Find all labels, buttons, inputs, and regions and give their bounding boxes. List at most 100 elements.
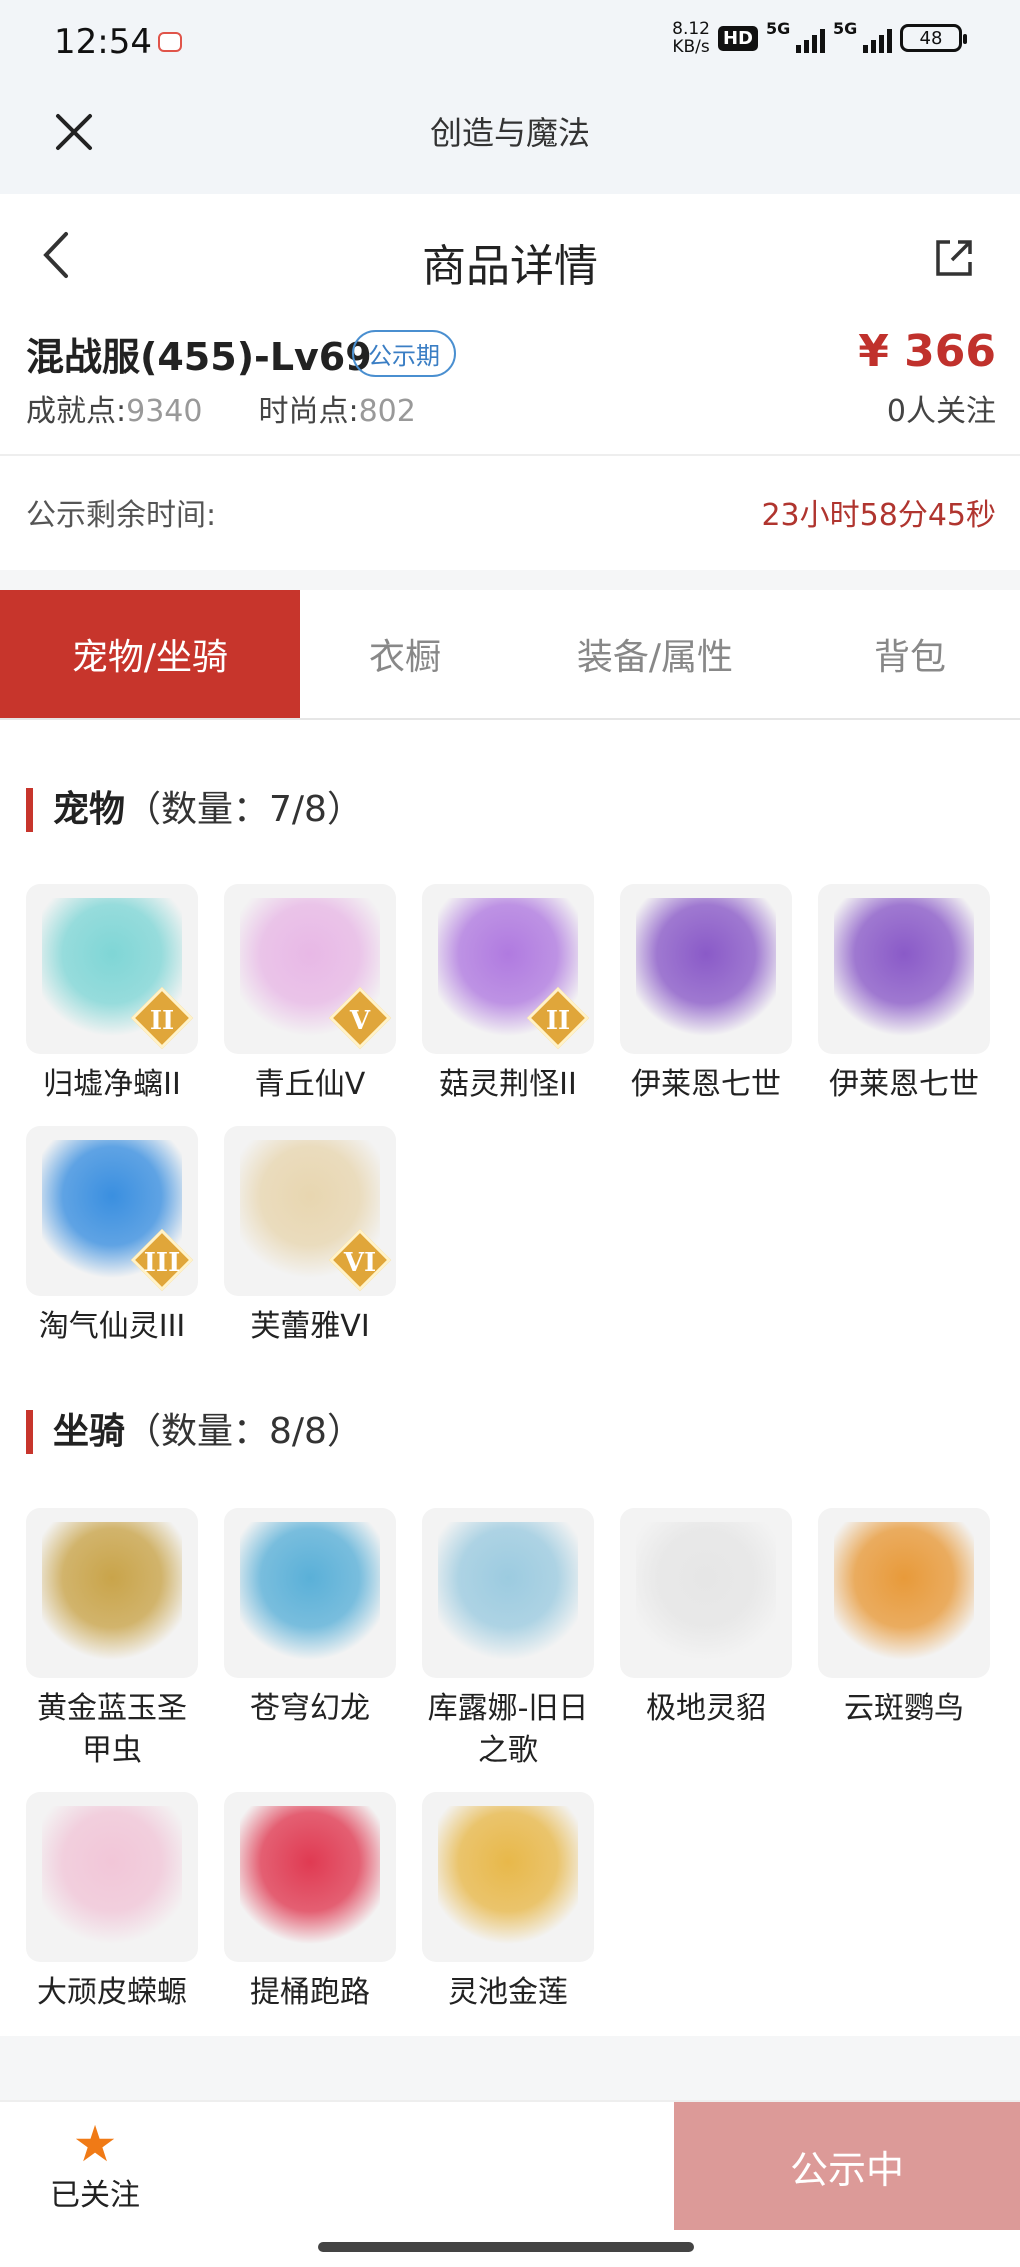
follow-button[interactable]: ★ 已关注	[30, 2118, 160, 2214]
grid-item[interactable]: 极地灵貂	[620, 1508, 792, 1730]
status-icons: 8.12 KB/s HD 5G 5G 48	[672, 19, 967, 57]
item-thumbnail	[422, 1508, 594, 1678]
grid-item[interactable]: II 菇灵荆怪II	[422, 884, 594, 1106]
item-name: 极地灵貂	[646, 1691, 766, 1726]
status-bar: 12:54 8.12 KB/s HD 5G 5G 48	[0, 0, 1020, 84]
status-time: 12:54	[54, 22, 152, 62]
divider	[0, 570, 1020, 590]
tab-wardrobe[interactable]: 衣橱	[300, 590, 510, 718]
achievement-points: 成就点:9340	[26, 394, 203, 429]
item-thumbnail	[26, 1792, 198, 1962]
app-bar: 创造与魔法	[0, 84, 1020, 194]
item-thumbnail: II	[422, 884, 594, 1054]
item-name: 苍穹幻龙	[250, 1691, 370, 1726]
item-name: 伊莱恩七世	[631, 1067, 781, 1102]
followers-count: 0人关注	[886, 394, 996, 429]
stat-row: 成就点:9340 时尚点:802	[26, 386, 416, 430]
server-name: 混战服(455)-Lv69	[26, 335, 372, 379]
share-button[interactable]	[932, 236, 980, 284]
page-title: 商品详情	[422, 241, 598, 292]
external-link-icon	[936, 240, 972, 276]
grid-item[interactable]: III 淘气仙灵III	[26, 1126, 198, 1348]
tab-bar: 宠物/坐骑 衣橱 装备/属性 背包	[0, 590, 1020, 720]
item-name: 灵池金莲	[448, 1975, 568, 2010]
grid-item[interactable]: 伊莱恩七世	[620, 884, 792, 1106]
star-icon: ★	[72, 2115, 118, 2173]
item-name: 淘气仙灵III	[38, 1309, 186, 1344]
content: 宠物（数量：7/8） II 归墟净螭II V 青丘仙V II 菇灵荆怪II 伊莱恩七世 伊莱恩…	[0, 720, 1020, 2036]
pets-section-title: 宠物（数量：7/8）	[26, 788, 363, 832]
item-name: 归墟净螭II	[43, 1067, 181, 1102]
fashion-points: 时尚点:802	[258, 394, 416, 429]
item-thumbnail	[620, 884, 792, 1054]
item-name: 黄金蓝玉圣甲虫	[37, 1691, 187, 1768]
item-thumbnail	[26, 1508, 198, 1678]
countdown-row: 公示剩余时间: 23小时58分45秒	[0, 458, 1020, 570]
item-thumbnail: III	[26, 1126, 198, 1296]
countdown-value: 23小时58分45秒	[761, 498, 996, 533]
grid-item[interactable]: II 归墟净螭II	[26, 884, 198, 1106]
grid-item[interactable]: 大顽皮蝾螈	[26, 1792, 198, 2014]
notification-icon	[158, 32, 182, 52]
item-thumbnail	[224, 1792, 396, 1962]
rank-badge-text: III	[143, 1248, 181, 1278]
grid-item[interactable]: 伊莱恩七世	[818, 884, 990, 1106]
item-image	[438, 1806, 578, 1946]
item-image	[636, 898, 776, 1038]
item-name: 库露娜-旧日之歌	[427, 1691, 589, 1768]
item-thumbnail	[818, 1508, 990, 1678]
item-image	[834, 1522, 974, 1662]
item-image	[240, 1806, 380, 1946]
item-thumbnail: VI	[224, 1126, 396, 1296]
grid-item[interactable]: 苍穹幻龙	[224, 1508, 396, 1730]
grid-item[interactable]: 提桶跑路	[224, 1792, 396, 2014]
item-image	[834, 898, 974, 1038]
battery-icon: 48	[900, 24, 967, 52]
item-thumbnail	[620, 1508, 792, 1678]
item-name: 青丘仙V	[254, 1067, 366, 1102]
item-image	[42, 1806, 182, 1946]
rank-badge-text: VI	[343, 1248, 377, 1278]
price: ¥ 366	[858, 326, 996, 377]
mounts-section-title: 坐骑（数量：8/8）	[26, 1410, 363, 1454]
net-speed: 8.12 KB/s	[672, 19, 710, 57]
item-thumbnail	[224, 1508, 396, 1678]
grid-item[interactable]: VI 芙蕾雅VI	[224, 1126, 396, 1348]
divider	[0, 2036, 1020, 2100]
page-header: 商品详情	[0, 194, 1020, 326]
tab-equipment[interactable]: 装备/属性	[510, 590, 800, 718]
status-badge: 公示期	[352, 330, 456, 377]
follow-label: 已关注	[50, 2178, 140, 2213]
rank-badge-text: V	[349, 1006, 371, 1036]
item-name: 大顽皮蝾螈	[37, 1975, 187, 2010]
item-image	[240, 1522, 380, 1662]
countdown-label: 公示剩余时间:	[26, 498, 217, 533]
item-name: 菇灵荆怪II	[439, 1067, 577, 1102]
item-image	[42, 1522, 182, 1662]
grid-item[interactable]: 云斑鹦鸟	[818, 1508, 990, 1730]
grid-item[interactable]: V 青丘仙V	[224, 884, 396, 1106]
home-indicator	[318, 2242, 694, 2252]
item-name: 芙蕾雅VI	[250, 1309, 370, 1344]
tab-pets-mounts[interactable]: 宠物/坐骑	[0, 590, 300, 718]
grid-item[interactable]: 灵池金莲	[422, 1792, 594, 2014]
item-thumbnail	[818, 884, 990, 1054]
item-thumbnail: V	[224, 884, 396, 1054]
tab-backpack[interactable]: 背包	[800, 590, 1020, 718]
grid-item[interactable]: 黄金蓝玉圣甲虫	[26, 1508, 198, 1772]
item-image	[438, 1522, 578, 1662]
item-thumbnail: II	[26, 884, 198, 1054]
item-name: 提桶跑路	[250, 1975, 370, 2010]
item-name: 云斑鹦鸟	[844, 1691, 964, 1726]
signal-icon: 5G	[766, 19, 825, 53]
item-image	[636, 1522, 776, 1662]
item-name: 伊莱恩七世	[829, 1067, 979, 1102]
status-button[interactable]: 公示中	[674, 2102, 1020, 2230]
app-title: 创造与魔法	[429, 114, 590, 152]
signal-icon: 5G	[833, 19, 892, 53]
bottom-bar: ★ 已关注 公示中	[0, 2100, 1020, 2230]
rank-badge-text: II	[545, 1006, 571, 1036]
rank-badge-text: II	[149, 1006, 175, 1036]
grid-item[interactable]: 库露娜-旧日之歌	[422, 1508, 594, 1772]
hd-icon: HD	[717, 25, 758, 51]
